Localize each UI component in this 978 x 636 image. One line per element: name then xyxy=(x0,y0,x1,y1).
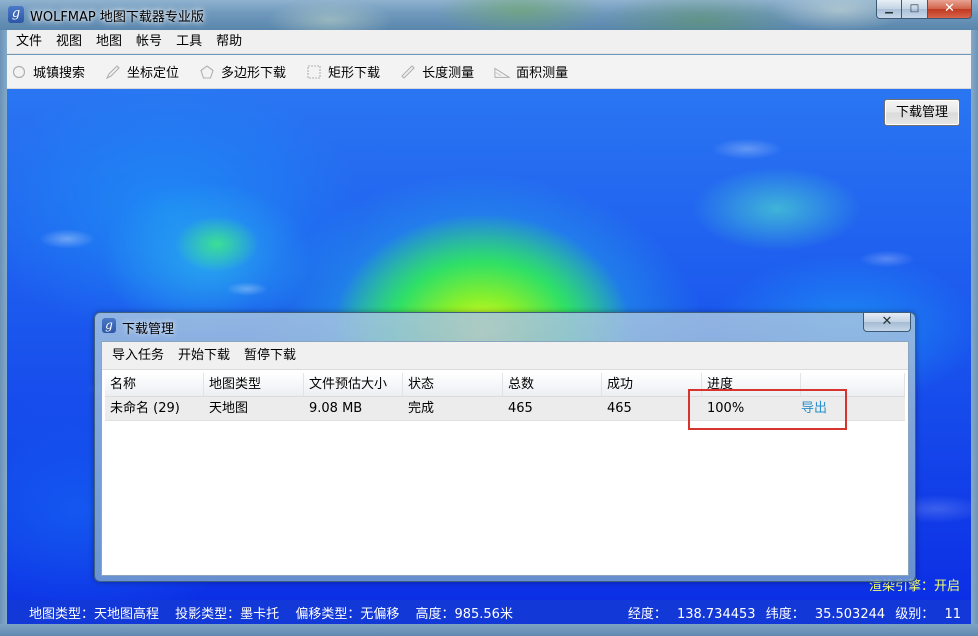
maximize-button[interactable]: □ xyxy=(902,0,928,19)
minimize-button[interactable]: ▁ xyxy=(876,0,902,19)
status-latitude-value: 35.503244 xyxy=(814,607,886,622)
cell-status: 完成 xyxy=(408,401,435,416)
cell-name: 未命名 (29) xyxy=(110,401,180,416)
close-button[interactable]: ✕ xyxy=(928,0,972,19)
pentagon-icon xyxy=(199,64,215,80)
column-header-success[interactable]: 成功 xyxy=(602,373,702,396)
tool-polygon-download[interactable]: 多边形下载 xyxy=(199,62,286,81)
area-icon xyxy=(494,64,511,80)
tool-area-measure[interactable]: 面积测量 xyxy=(494,62,568,81)
pause-download-button[interactable]: 暂停下载 xyxy=(237,345,303,367)
dialog-title: 下载管理 xyxy=(122,322,175,337)
status-level-label: 级别： xyxy=(895,607,935,622)
tool-length-measure[interactable]: 长度测量 xyxy=(400,62,474,81)
column-header-size[interactable]: 文件预估大小 xyxy=(304,373,403,396)
status-map-type: 地图类型：天地图高程 xyxy=(29,607,160,622)
window-controls: ▁ □ ✕ xyxy=(876,0,972,19)
window-border-bottom xyxy=(0,624,978,636)
tool-label: 矩形下载 xyxy=(328,66,381,81)
status-left: 地图类型：天地图高程 投影类型：墨卡托 偏移类型：无偏移 高度：985.56米 xyxy=(29,603,525,622)
menu-bar: 文件 视图 地图 帐号 工具 帮助 xyxy=(7,30,971,54)
import-task-button[interactable]: 导入任务 xyxy=(105,345,171,367)
status-projection: 投影类型：墨卡托 xyxy=(175,607,280,622)
tool-town-search[interactable]: 城镇搜索 xyxy=(11,62,85,81)
download-manager-button[interactable]: 下载管理 xyxy=(884,99,960,126)
cell-size: 9.08 MB xyxy=(309,401,363,416)
dialog-menu-bar: 导入任务 开始下载 暂停下载 xyxy=(102,342,908,370)
status-longitude-value: 138.734453 xyxy=(676,607,756,622)
app-icon: g xyxy=(8,6,24,23)
cell-total: 465 xyxy=(508,401,533,416)
column-header-name[interactable]: 名称 xyxy=(105,373,204,396)
rectangle-icon xyxy=(306,64,322,80)
menu-file[interactable]: 文件 xyxy=(9,31,49,53)
status-bar: 地图类型：天地图高程 投影类型：墨卡托 偏移类型：无偏移 高度：985.56米 … xyxy=(7,600,971,624)
column-header-status[interactable]: 状态 xyxy=(403,373,503,396)
dialog-close-button[interactable]: ✕ xyxy=(863,313,911,332)
status-right: 经度： 138.734453 纬度： 35.503244 级别： 11 xyxy=(622,603,961,622)
title-bar[interactable]: g WOLFMAP 地图下载器专业版 ▁ □ ✕ xyxy=(0,0,978,30)
dialog-app-icon: g xyxy=(102,318,116,333)
tool-label: 长度测量 xyxy=(422,66,475,81)
tool-rectangle-download[interactable]: 矩形下载 xyxy=(306,62,380,81)
ruler-icon xyxy=(400,64,416,80)
status-latitude-label: 纬度： xyxy=(765,607,805,622)
menu-help[interactable]: 帮助 xyxy=(209,31,249,53)
status-altitude: 高度：985.56米 xyxy=(415,607,513,622)
window-border-left xyxy=(0,30,7,624)
cell-map-type: 天地图 xyxy=(209,401,249,416)
pencil-icon xyxy=(105,64,121,80)
tool-label: 坐标定位 xyxy=(127,66,180,81)
menu-view[interactable]: 视图 xyxy=(49,31,89,53)
circle-icon xyxy=(11,64,27,80)
window-title: WOLFMAP 地图下载器专业版 xyxy=(30,10,204,25)
start-download-button[interactable]: 开始下载 xyxy=(171,345,237,367)
status-level-value: 11 xyxy=(944,607,961,622)
status-longitude-label: 经度： xyxy=(627,607,667,622)
column-header-map-type[interactable]: 地图类型 xyxy=(204,373,304,396)
menu-tools[interactable]: 工具 xyxy=(169,31,209,53)
menu-account[interactable]: 帐号 xyxy=(129,31,169,53)
annotation-highlight-box xyxy=(688,389,847,430)
toolbar: 城镇搜索 坐标定位 多边形下载 矩形下载 长度测量 面积测量 xyxy=(7,55,971,89)
dialog-body: 导入任务 开始下载 暂停下载 名称 地图类型 文件预估大小 状态 总数 成功 进… xyxy=(101,341,909,576)
tool-label: 城镇搜索 xyxy=(33,66,86,81)
status-offset: 偏移类型：无偏移 xyxy=(295,607,400,622)
column-header-total[interactable]: 总数 xyxy=(503,373,602,396)
tool-coordinate-locate[interactable]: 坐标定位 xyxy=(105,62,179,81)
window-border-right xyxy=(971,30,978,624)
tool-label: 多边形下载 xyxy=(221,66,287,81)
download-manager-dialog: g 下载管理 ✕ 导入任务 开始下载 暂停下载 名称 地图类型 文件预估大小 状… xyxy=(94,312,916,582)
menu-map[interactable]: 地图 xyxy=(89,31,129,53)
cell-success: 465 xyxy=(607,401,632,416)
tool-label: 面积测量 xyxy=(516,66,569,81)
